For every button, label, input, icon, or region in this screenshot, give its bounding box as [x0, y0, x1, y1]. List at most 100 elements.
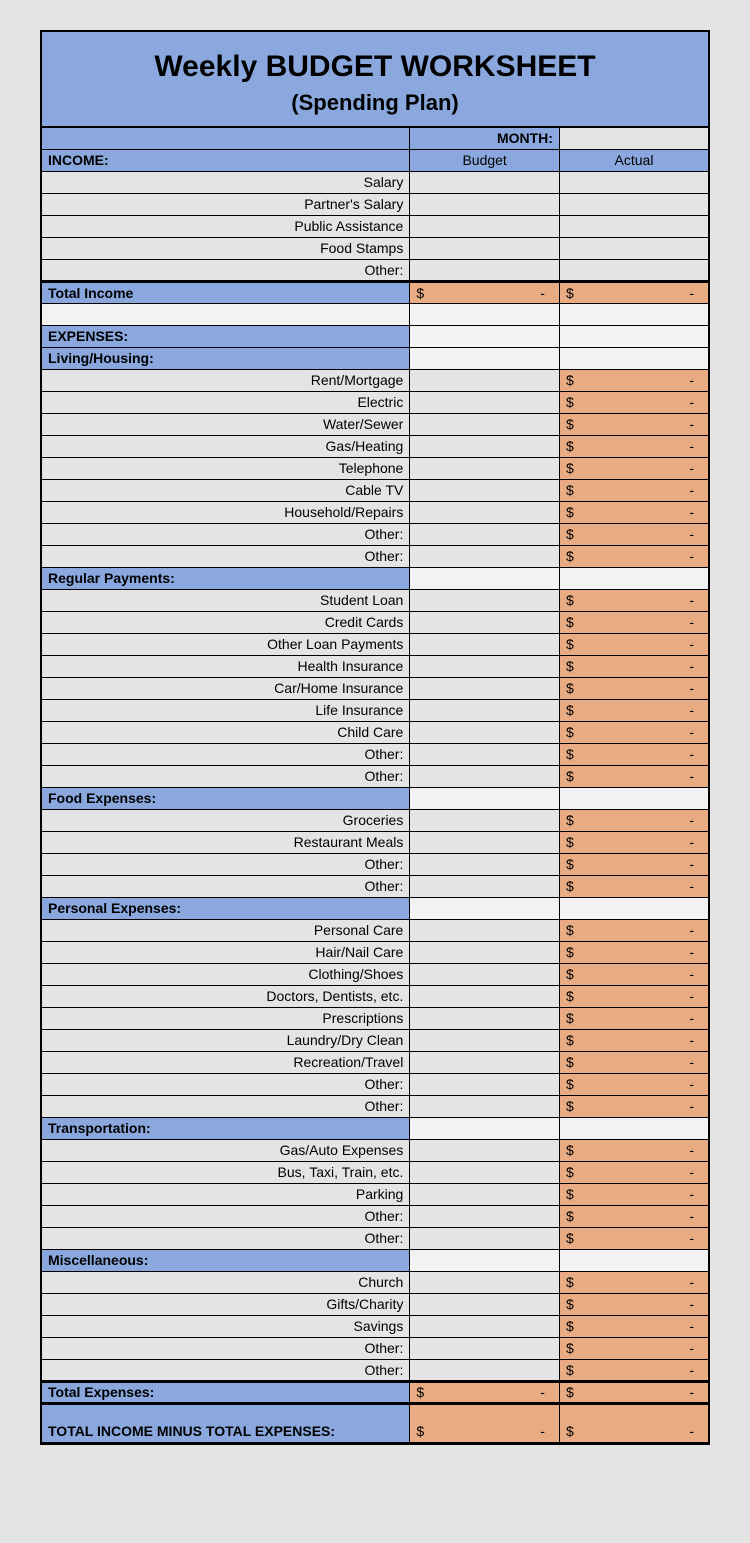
subtitle: (Spending Plan) — [42, 90, 708, 116]
budget-input[interactable] — [410, 171, 560, 193]
actual-value: $- — [559, 875, 709, 897]
budget-input[interactable] — [410, 523, 560, 545]
total-income-budget: $- — [410, 281, 560, 303]
section-header: Personal Expenses: — [41, 897, 410, 919]
expense-item: Other: — [41, 875, 410, 897]
budget-input[interactable] — [410, 743, 560, 765]
budget-input[interactable] — [410, 1183, 560, 1205]
budget-input[interactable] — [410, 721, 560, 743]
expense-item: Other: — [41, 1205, 410, 1227]
budget-input[interactable] — [410, 1007, 560, 1029]
expense-item: Parking — [41, 1183, 410, 1205]
budget-input[interactable] — [410, 1029, 560, 1051]
actual-value: $- — [559, 501, 709, 523]
budget-input[interactable] — [410, 941, 560, 963]
expense-item: Rent/Mortgage — [41, 369, 410, 391]
budget-input[interactable] — [410, 1293, 560, 1315]
expense-item: Health Insurance — [41, 655, 410, 677]
budget-input[interactable] — [410, 501, 560, 523]
budget-input[interactable] — [410, 677, 560, 699]
actual-input[interactable] — [559, 171, 709, 193]
actual-value: $- — [559, 457, 709, 479]
budget-input[interactable] — [410, 1161, 560, 1183]
actual-value: $- — [559, 853, 709, 875]
expense-item: Other: — [41, 743, 410, 765]
income-item: Partner's Salary — [41, 193, 410, 215]
budget-input[interactable] — [410, 1271, 560, 1293]
budget-input[interactable] — [410, 1205, 560, 1227]
actual-input[interactable] — [559, 193, 709, 215]
budget-input[interactable] — [410, 545, 560, 567]
budget-input[interactable] — [410, 259, 560, 281]
actual-input[interactable] — [559, 237, 709, 259]
expense-item: Student Loan — [41, 589, 410, 611]
expense-item: Life Insurance — [41, 699, 410, 721]
budget-input[interactable] — [410, 413, 560, 435]
month-label: MONTH: — [410, 127, 560, 149]
expense-item: Credit Cards — [41, 611, 410, 633]
budget-input[interactable] — [410, 457, 560, 479]
expense-item: Recreation/Travel — [41, 1051, 410, 1073]
actual-value: $- — [559, 1183, 709, 1205]
budget-input[interactable] — [410, 1227, 560, 1249]
blank — [559, 325, 709, 347]
blank — [559, 1249, 709, 1271]
expense-item: Car/Home Insurance — [41, 677, 410, 699]
budget-input[interactable] — [410, 765, 560, 787]
actual-value: $- — [559, 413, 709, 435]
actual-value: $- — [559, 1073, 709, 1095]
blank — [410, 303, 560, 325]
budget-input[interactable] — [410, 369, 560, 391]
total-expenses-budget: $- — [410, 1381, 560, 1403]
actual-input[interactable] — [559, 259, 709, 281]
expense-item: Savings — [41, 1315, 410, 1337]
expense-item: Other: — [41, 523, 410, 545]
income-header: INCOME: — [41, 149, 410, 171]
blank — [559, 897, 709, 919]
budget-input[interactable] — [410, 633, 560, 655]
budget-input[interactable] — [410, 589, 560, 611]
budget-input[interactable] — [410, 699, 560, 721]
total-income-actual: $- — [559, 281, 709, 303]
budget-input[interactable] — [410, 237, 560, 259]
budget-input[interactable] — [410, 611, 560, 633]
actual-value: $- — [559, 611, 709, 633]
expense-item: Telephone — [41, 457, 410, 479]
budget-input[interactable] — [410, 193, 560, 215]
budget-input[interactable] — [410, 435, 560, 457]
budget-input[interactable] — [410, 875, 560, 897]
budget-input[interactable] — [410, 1337, 560, 1359]
actual-value: $- — [559, 985, 709, 1007]
budget-input[interactable] — [410, 1315, 560, 1337]
actual-value: $- — [559, 1315, 709, 1337]
actual-value: $- — [559, 919, 709, 941]
budget-input[interactable] — [410, 1095, 560, 1117]
budget-input[interactable] — [410, 1051, 560, 1073]
expense-item: Cable TV — [41, 479, 410, 501]
expense-item: Gas/Heating — [41, 435, 410, 457]
budget-input[interactable] — [410, 985, 560, 1007]
title: Weekly BUDGET WORKSHEET — [42, 50, 708, 84]
budget-input[interactable] — [410, 919, 560, 941]
month-input[interactable] — [559, 127, 709, 149]
budget-input[interactable] — [410, 853, 560, 875]
budget-input[interactable] — [410, 1359, 560, 1381]
budget-input[interactable] — [410, 215, 560, 237]
budget-input[interactable] — [410, 655, 560, 677]
expense-item: Laundry/Dry Clean — [41, 1029, 410, 1051]
blank — [559, 347, 709, 369]
budget-input[interactable] — [410, 831, 560, 853]
budget-input[interactable] — [410, 809, 560, 831]
actual-value: $- — [559, 963, 709, 985]
blank — [410, 1249, 560, 1271]
actual-input[interactable] — [559, 215, 709, 237]
section-header: Regular Payments: — [41, 567, 410, 589]
budget-input[interactable] — [410, 1139, 560, 1161]
budget-input[interactable] — [410, 391, 560, 413]
budget-input[interactable] — [410, 479, 560, 501]
expense-item: Church — [41, 1271, 410, 1293]
budget-input[interactable] — [410, 1073, 560, 1095]
blank — [559, 1117, 709, 1139]
expense-item: Other: — [41, 1359, 410, 1381]
budget-input[interactable] — [410, 963, 560, 985]
